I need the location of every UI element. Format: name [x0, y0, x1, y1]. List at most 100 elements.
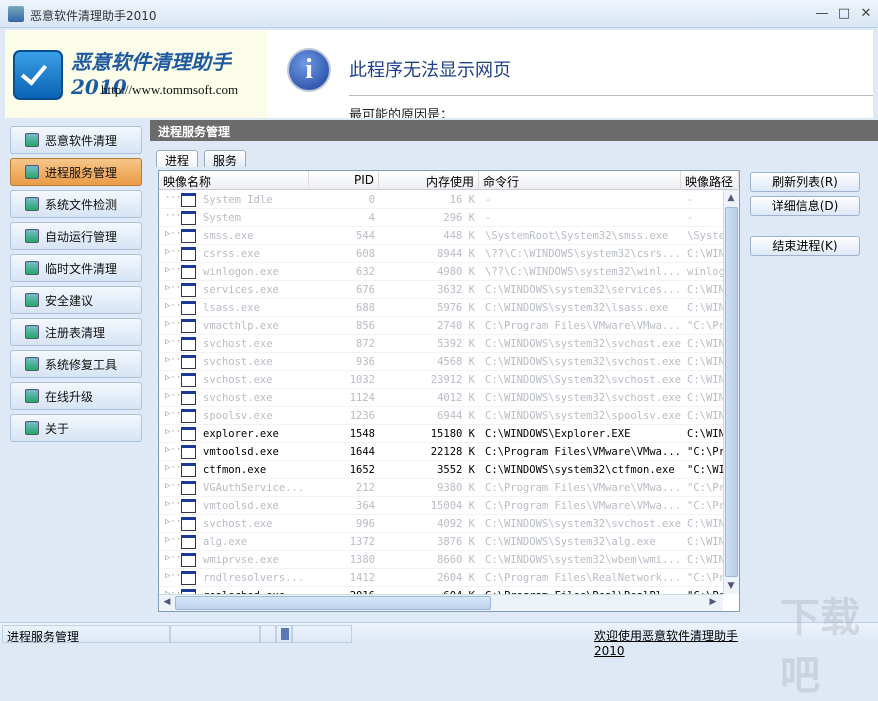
table-row[interactable]: ▷·· winlogon.exe 632 4980 K \??\C:\WINDOWS\s…: [159, 263, 723, 281]
table-row[interactable]: ▷·· svchost.exe 936 4568 K C:\WINDOWS\system…: [159, 353, 723, 371]
tree-expander[interactable]: ▷··: [165, 499, 181, 509]
cell-command: C:\WINDOWS\System32\alg.exe: [485, 536, 656, 548]
scroll-right-icon[interactable]: ▶: [705, 597, 721, 607]
table-row[interactable]: ···· System Idle 0 16 K--: [159, 191, 723, 209]
error-subtitle: 最可能的原因是：: [349, 108, 454, 118]
cell-name: vmtoolsd.exe: [203, 500, 279, 512]
table-row[interactable]: ▷·· spoolsv.exe 1236 6944 K C:\WINDOWS\syste…: [159, 407, 723, 425]
sidebar-item-0[interactable]: 恶意软件清理: [10, 126, 142, 154]
tree-expander[interactable]: ▷··: [165, 409, 181, 419]
tree-expander[interactable]: ▷··: [165, 445, 181, 455]
sidebar-item-8[interactable]: 在线升级: [10, 382, 142, 410]
table-row[interactable]: ▷·· ctfmon.exe 1652 3552 K C:\WINDOWS\system…: [159, 461, 723, 479]
table-row[interactable]: ▷·· alg.exe 1372 3876 K C:\WINDOWS\System32\…: [159, 533, 723, 551]
tree-expander[interactable]: ▷··: [165, 229, 181, 239]
sidebar-item-5[interactable]: 安全建议: [10, 286, 142, 314]
logo-url[interactable]: http://www.tommsoft.com: [101, 82, 238, 98]
tab-process[interactable]: 进程: [156, 150, 199, 168]
table-row[interactable]: ▷·· lsass.exe 688 5976 K C:\WINDOWS\system32…: [159, 299, 723, 317]
cell-command: C:\WINDOWS\system32\lsass.exe: [485, 302, 669, 314]
minimize-button[interactable]: —: [814, 6, 830, 22]
tree-expander[interactable]: ▷··: [165, 571, 181, 581]
tab-services[interactable]: 服务: [204, 150, 247, 168]
cell-command: C:\WINDOWS\system32\svchost.exe: [485, 356, 681, 368]
cell-command: C:\Program Files\VMware\VMwa...: [485, 482, 681, 494]
sidebar-item-9[interactable]: 关于: [10, 414, 142, 442]
scroll-up-icon[interactable]: ▲: [723, 193, 739, 203]
table-row[interactable]: ▷·· rndlresolvers... 1412 2604 K C:\Program …: [159, 569, 723, 587]
table-row[interactable]: ▷·· vmtoolsd.exe 364 15004 K C:\Program File…: [159, 497, 723, 515]
tree-expander[interactable]: ▷··: [165, 391, 181, 401]
tree-expander[interactable]: ▷··: [165, 301, 181, 311]
tree-expander[interactable]: ▷··: [165, 319, 181, 329]
tree-expander[interactable]: ▷··: [165, 427, 181, 437]
sidebar-item-6[interactable]: 注册表清理: [10, 318, 142, 346]
cell-name: winlogon.exe: [203, 266, 279, 278]
process-list[interactable]: 映像名称 PID 内存使用 命令行 映像路径 ···· System Idle 0 1…: [158, 170, 740, 612]
end-process-button[interactable]: 结束进程(K): [750, 236, 860, 256]
refresh-list-button[interactable]: 刷新列表(R): [750, 172, 860, 192]
sidebar-item-label: 在线升级: [45, 389, 94, 404]
tree-expander[interactable]: ▷··: [165, 517, 181, 527]
tree-expander[interactable]: ▷··: [165, 463, 181, 473]
column-header-name[interactable]: 映像名称: [159, 171, 309, 190]
cell-name: System Idle: [203, 194, 273, 206]
tree-expander[interactable]: ▷··: [165, 373, 181, 383]
sidebar-item-3[interactable]: 自动运行管理: [10, 222, 142, 250]
table-row[interactable]: ▷·· svchost.exe 1124 4012 K C:\WINDOWS\syste…: [159, 389, 723, 407]
scroll-left-icon[interactable]: ◀: [159, 597, 175, 607]
tree-expander[interactable]: ▷··: [165, 283, 181, 293]
sidebar-item-label: 自动运行管理: [45, 229, 118, 244]
close-button[interactable]: ✕: [858, 6, 874, 22]
tree-expander[interactable]: ▷··: [165, 337, 181, 347]
cell-command: C:\WINDOWS\System32\svchost.exe: [485, 374, 681, 386]
status-cell: [170, 625, 260, 643]
table-row[interactable]: ▷·· vmtoolsd.exe 1644 22128 K C:\Program Fil…: [159, 443, 723, 461]
table-row[interactable]: ▷·· csrss.exe 608 8944 K \??\C:\WINDOWS\syst…: [159, 245, 723, 263]
table-row[interactable]: ▷·· svchost.exe 996 4092 K C:\WINDOWS\system…: [159, 515, 723, 533]
tree-expander[interactable]: ▷··: [165, 265, 181, 275]
column-header-pid[interactable]: PID: [309, 171, 379, 190]
tree-expander[interactable]: ▷··: [165, 355, 181, 365]
tree-expander[interactable]: ▷··: [165, 481, 181, 491]
sidebar-item-icon: [25, 133, 39, 147]
sidebar-item-4[interactable]: 临时文件清理: [10, 254, 142, 282]
column-header-command[interactable]: 命令行: [479, 171, 681, 190]
sidebar-item-2[interactable]: 系统文件检测: [10, 190, 142, 218]
cell-memory: 16 K: [449, 194, 475, 206]
welcome-link[interactable]: 欢迎使用恶意软件清理助手2010: [590, 625, 760, 658]
vertical-scroll-thumb[interactable]: [725, 207, 738, 577]
table-row[interactable]: ···· System 4 296 K--: [159, 209, 723, 227]
process-icon: [181, 355, 196, 369]
cell-pid: 364: [356, 500, 375, 512]
table-row[interactable]: ▷·· svchost.exe 872 5392 K C:\WINDOWS\system…: [159, 335, 723, 353]
cell-name: svchost.exe: [203, 374, 273, 386]
process-icon: [181, 409, 196, 423]
table-row[interactable]: ▷·· VGAuthService... 212 9380 K C:\Program F…: [159, 479, 723, 497]
table-row[interactable]: ▷·· vmacthlp.exe 856 2740 K C:\Program Files…: [159, 317, 723, 335]
cell-command: \SystemRoot\System32\smss.exe: [485, 230, 669, 242]
table-row[interactable]: ▷·· svchost.exe 1032 23912 K C:\WINDOWS\Syst…: [159, 371, 723, 389]
sidebar-item-label: 恶意软件清理: [45, 133, 118, 148]
tree-expander[interactable]: ▷··: [165, 247, 181, 257]
banner: 恶意软件清理助手2010 http://www.tommsoft.com i 此…: [5, 30, 873, 118]
sidebar-item-1[interactable]: 进程服务管理: [10, 158, 142, 186]
table-row[interactable]: ▷·· smss.exe 544 448 K \SystemRoot\System32\…: [159, 227, 723, 245]
scroll-down-icon[interactable]: ▼: [723, 581, 739, 591]
cell-name: System: [203, 212, 241, 224]
maximize-button[interactable]: □: [836, 6, 852, 22]
cell-name: csrss.exe: [203, 248, 260, 260]
tree-expander[interactable]: ▷··: [165, 535, 181, 545]
table-row[interactable]: ▷·· wmiprvse.exe 1380 8660 K C:\WINDOWS\syst…: [159, 551, 723, 569]
process-icon: [181, 463, 196, 477]
cell-pid: 544: [356, 230, 375, 242]
horizontal-scroll-thumb[interactable]: [175, 596, 491, 610]
column-header-path[interactable]: 映像路径: [681, 171, 739, 190]
sidebar-item-7[interactable]: 系统修复工具: [10, 350, 142, 378]
column-header-memory[interactable]: 内存使用: [379, 171, 479, 190]
tree-expander[interactable]: ▷··: [165, 553, 181, 563]
table-row[interactable]: ▷·· explorer.exe 1548 15180 K C:\WINDOWS\Exp…: [159, 425, 723, 443]
cell-command: C:\WINDOWS\system32\svchost.exe: [485, 392, 681, 404]
table-row[interactable]: ▷·· services.exe 676 3632 K C:\WINDOWS\syste…: [159, 281, 723, 299]
details-button[interactable]: 详细信息(D): [750, 196, 860, 216]
